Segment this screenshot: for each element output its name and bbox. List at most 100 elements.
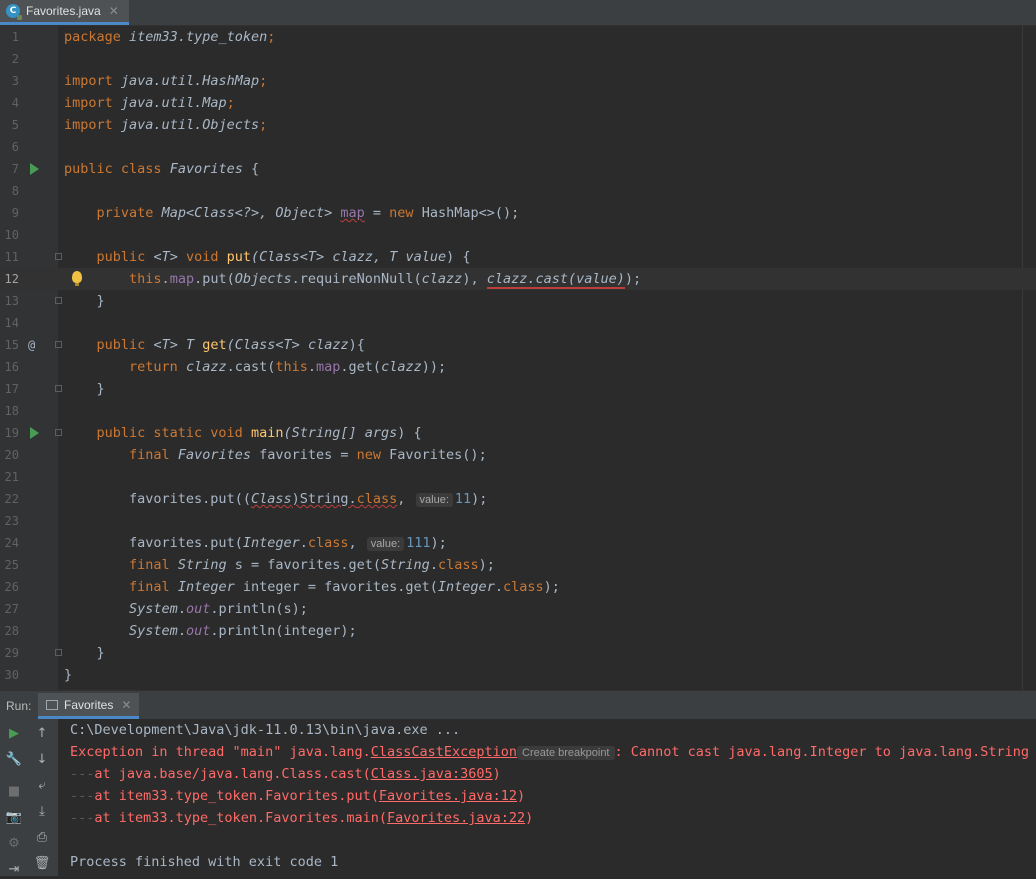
code-line: 18 [0,400,1036,422]
stack-link[interactable]: Favorites.java:22 [387,810,525,826]
console-icon [46,699,58,710]
line-number: 8 [11,184,19,198]
line-number: 12 [4,272,19,286]
code-line: 22 favorites.put((Class)String.class, va… [0,488,1036,510]
tab-favorites-java[interactable]: C Favorites.java ✕ [0,0,129,25]
code-line: 19 public static void main(String[] args… [0,422,1036,444]
line-number: 2 [11,52,19,66]
code-line: 28 System.out.println(integer); [0,620,1036,642]
fold-marker-icon[interactable] [55,429,62,436]
run-tab-favorites[interactable]: Favorites ✕ [38,693,140,719]
code-line: 25 final String s = favorites.get(String… [0,554,1036,576]
line-number: 27 [4,602,19,616]
print-icon[interactable]: ⎙ [32,827,52,847]
create-breakpoint-button[interactable]: Create breakpoint [517,746,615,760]
line-number: 29 [4,646,19,660]
java-class-icon: C [6,4,22,20]
code-line: 26 final Integer integer = favorites.get… [0,576,1036,598]
rerun-icon[interactable]: ▶ [4,723,24,743]
trash-icon[interactable]: 🗑 [32,853,52,873]
run-tab-label: Favorites [64,697,114,712]
fold-marker-icon[interactable] [55,341,62,348]
code-editor[interactable]: 1 package item33.type_token; 2 3 import … [0,26,1036,690]
line-number: 19 [4,426,19,440]
code-line: 2 [0,48,1036,70]
exit-icon[interactable]: ⇥ [4,859,24,879]
code-line: 24 favorites.put(Integer.class, value: 11… [0,532,1036,554]
run-label: Run: [6,699,32,713]
stack-trace-line: ---at item33.type_token.Favorites.put(Fa… [70,788,526,804]
code-line: 3 import java.util.HashMap; [0,70,1036,92]
editor-tab-bar: C Favorites.java ✕ [0,0,1036,26]
console-exception: Exception in thread "main" java.lang.Cla… [70,744,1030,760]
line-number: 24 [4,536,19,550]
code-line: 21 [0,466,1036,488]
code-line: 30 } [0,664,1036,686]
stack-link[interactable]: Favorites.java:12 [379,788,517,804]
fold-marker-icon[interactable] [55,253,62,260]
run-main-icon[interactable] [30,427,39,439]
process-finished-text: Process finished with exit code 1 [70,854,339,870]
line-number: 5 [11,118,19,132]
code-line: 7 public class Favorites { [0,158,1036,180]
soft-wrap-icon[interactable]: ⤶ [32,775,52,795]
line-number: 16 [4,360,19,374]
line-number: 17 [4,382,19,396]
stop-icon[interactable]: ■ [4,781,24,801]
arrow-up-icon[interactable]: ↑ [32,723,52,743]
line-number: 15 [4,338,19,352]
code-line: 20 final Favorites favorites = new Favor… [0,444,1036,466]
line-number: 28 [4,624,19,638]
line-number: 18 [4,404,19,418]
line-number: 6 [11,140,19,154]
line-number: 23 [4,514,19,528]
line-number: 10 [4,228,19,242]
fold-marker-icon[interactable] [55,297,62,304]
arrow-down-icon[interactable]: ↓ [32,749,52,769]
wrench-icon[interactable]: 🔧 [4,749,24,769]
run-toolbar: ▶ ↑ 🔧 ↓ ⤶ ■ ⤓ 📷 ⎙ ⚙ 🗑 ⇥ [0,719,58,879]
line-number: 22 [4,492,19,506]
fold-marker-icon[interactable] [55,649,62,656]
line-number: 4 [11,96,19,110]
scroll-to-end-icon[interactable]: ⤓ [32,801,52,821]
close-icon[interactable]: ✕ [109,4,119,18]
line-number: 14 [4,316,19,330]
code-line: 9 private Map<Class<?>, Object> map = ne… [0,202,1036,224]
exception-link[interactable]: ClassCastException [371,744,517,760]
code-line: 14 [0,312,1036,334]
line-number: 13 [4,294,19,308]
code-line: 5 import java.util.Objects; [0,114,1036,136]
code-line-current: 12 this.map.put(Objects.requireNonNull(c… [0,268,1036,290]
code-line: 15 @ public <T> T get(Class<T> clazz){ [0,334,1036,356]
line-number: 21 [4,470,19,484]
stack-trace-line: ---at java.base/java.lang.Class.cast(Cla… [70,766,501,782]
line-number: 20 [4,448,19,462]
code-line: 27 System.out.println(s); [0,598,1036,620]
run-panel-header: Run: Favorites ✕ [0,690,1036,719]
code-line: 23 [0,510,1036,532]
error-highlight[interactable]: clazz.cast(value) [486,271,625,289]
console-command: C:\Development\Java\jdk-11.0.13\bin\java… [70,722,461,738]
at-annotation-icon[interactable]: @ [28,338,42,352]
fold-marker-icon[interactable] [55,385,62,392]
code-line: 16 return clazz.cast(this.map.get(clazz)… [0,356,1036,378]
tab-label: Favorites.java [26,4,101,18]
line-number: 1 [11,30,19,44]
code-line: 6 [0,136,1036,158]
run-class-icon[interactable] [30,163,39,175]
line-number: 25 [4,558,19,572]
stack-link[interactable]: Class.java:3605 [371,766,493,782]
settings-icon[interactable]: ⚙ [4,833,24,853]
line-number: 11 [4,250,19,264]
console-output[interactable]: C:\Development\Java\jdk-11.0.13\bin\java… [58,719,1036,876]
code-line: 29 } [0,642,1036,664]
code-line: 17 } [0,378,1036,400]
code-line: 11 public <T> void put(Class<T> clazz, T… [0,246,1036,268]
camera-icon[interactable]: 📷 [4,807,24,827]
code-line: 8 [0,180,1036,202]
stack-trace-line: ---at item33.type_token.Favorites.main(F… [70,810,534,826]
parameter-hint: value: [366,537,405,551]
code-line: 1 package item33.type_token; [0,26,1036,48]
close-icon[interactable]: ✕ [121,698,131,712]
